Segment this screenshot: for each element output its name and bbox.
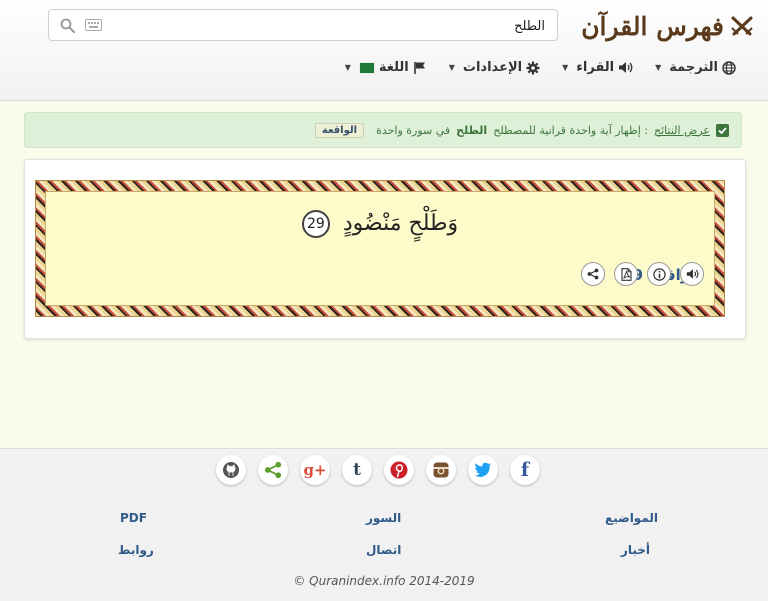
site-logo[interactable]: فهرس القرآن	[581, 8, 754, 44]
twitter-icon	[474, 462, 491, 477]
logo-text: فهرس القرآن	[581, 11, 724, 41]
verse-panel: وَطَلْحٍ مَنْضُودٍ 29 الواقعة 29	[45, 191, 715, 306]
nav-translation[interactable]: الترجمة ▼	[655, 60, 736, 75]
footer-link-links[interactable]: روابط	[118, 543, 154, 557]
footer-link-suras[interactable]: السور	[366, 511, 401, 525]
speaker-icon	[686, 269, 698, 279]
github-icon	[223, 462, 239, 478]
saudi-flag-icon	[358, 61, 375, 74]
twitter-button[interactable]	[468, 455, 498, 485]
social-links: g+ t f	[216, 455, 540, 485]
main-content: عرض النتائج : إظهار آية واحدة قرانية للم…	[0, 101, 768, 447]
alert-message-prefix: : إظهار آية واحدة قرانية للمصطلح	[493, 123, 648, 137]
search-input[interactable]	[123, 10, 547, 42]
caret-down-icon: ▼	[448, 63, 455, 72]
googleplus-button[interactable]: g+	[300, 455, 330, 485]
nav-language-label: اللغة	[378, 60, 409, 75]
audio-button[interactable]	[680, 262, 704, 286]
results-alert: عرض النتائج : إظهار آية واحدة قرانية للم…	[24, 112, 742, 148]
sura-badge[interactable]: الواقعة	[314, 122, 365, 138]
globe-icon	[722, 60, 736, 75]
github-button[interactable]	[216, 455, 246, 485]
info-icon	[652, 267, 666, 281]
checkbox-checked-icon	[716, 123, 729, 137]
nav-reciters[interactable]: القراء ▼	[562, 60, 633, 75]
search-icon[interactable]	[60, 18, 75, 33]
facebook-icon: f	[520, 459, 530, 481]
footer: g+ t f المواضيع السور PDF أخبار اتصال رو…	[0, 448, 768, 601]
verse-text: وَطَلْحٍ مَنْضُودٍ	[342, 211, 459, 236]
alert-term: الطلح	[456, 123, 488, 137]
keyboard-icon[interactable]	[85, 19, 102, 31]
verse-number: 29	[301, 210, 330, 238]
tumblr-button[interactable]: t	[342, 455, 372, 485]
pdf-button[interactable]	[614, 262, 638, 286]
verse-card: وَطَلْحٍ مَنْضُودٍ 29 الواقعة 29	[24, 159, 746, 339]
googleplus-icon: g+	[303, 461, 327, 479]
nav-reciters-label: القراء	[576, 60, 615, 75]
footer-link-news[interactable]: أخبار	[621, 543, 650, 557]
gear-icon	[526, 61, 540, 74]
footer-link-pdf[interactable]: PDF	[120, 511, 147, 525]
ornamental-frame: وَطَلْحٍ مَنْضُودٍ 29 الواقعة 29	[35, 180, 725, 317]
nav-settings-label: الإعدادات	[462, 60, 523, 75]
main-nav: الترجمة ▼ القراء ▼ الإعدادات ▼ اللغة ▼	[345, 60, 736, 75]
copyright: © Quranindex.info 2014-2019	[293, 574, 475, 588]
caret-down-icon: ▼	[655, 63, 662, 72]
share-button[interactable]	[581, 262, 605, 286]
verse-text-line: وَطَلْحٍ مَنْضُودٍ 29	[46, 210, 714, 238]
tumblr-icon: t	[353, 460, 361, 480]
caret-down-icon: ▼	[562, 63, 569, 72]
pinterest-icon	[390, 461, 408, 479]
nav-translation-label: الترجمة	[669, 60, 718, 75]
info-button[interactable]	[647, 262, 671, 286]
crossed-swords-icon	[731, 16, 753, 36]
flag-icon	[413, 61, 425, 74]
caret-down-icon: ▼	[344, 63, 351, 72]
instagram-icon	[433, 462, 449, 478]
instagram-button[interactable]	[426, 455, 456, 485]
facebook-button[interactable]: f	[510, 455, 540, 485]
share-social-button[interactable]	[258, 455, 288, 485]
show-results-link[interactable]: عرض النتائج	[654, 124, 710, 137]
alert-message-suffix: في سورة واحدة	[376, 123, 451, 137]
share-icon	[264, 461, 282, 479]
search-box	[48, 9, 558, 42]
footer-link-topics[interactable]: المواضيع	[605, 511, 658, 525]
share-icon	[587, 268, 599, 280]
speaker-icon	[619, 62, 633, 73]
nav-settings[interactable]: الإعدادات ▼	[449, 60, 540, 75]
header: فهرس القرآن الترجمة ▼ القراء ▼ الإعدادات…	[0, 0, 768, 101]
pdf-icon	[620, 267, 632, 281]
verse-actions	[581, 262, 704, 286]
footer-link-contact[interactable]: اتصال	[366, 543, 401, 557]
nav-language[interactable]: اللغة ▼	[345, 60, 427, 75]
pinterest-button[interactable]	[384, 455, 414, 485]
